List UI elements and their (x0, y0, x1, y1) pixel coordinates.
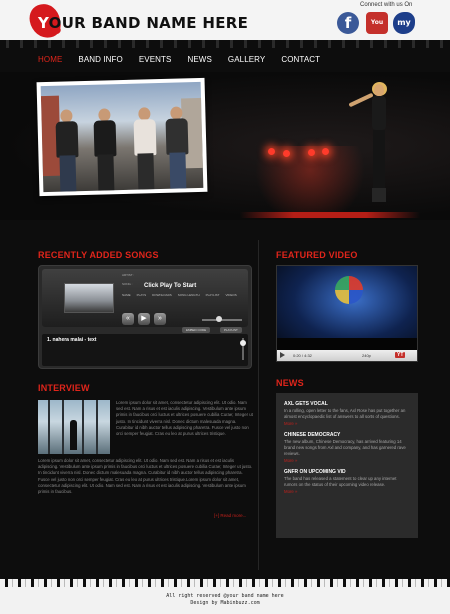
site-header: YOUR BAND NAME HERE Connect with us On f… (0, 0, 450, 48)
news-item-title[interactable]: CHINESE DEMOCRACY (284, 432, 410, 438)
connect-label: Connect with us On (360, 2, 413, 8)
band-photo-image (40, 81, 204, 193)
stage-light (268, 148, 275, 155)
nav-band-info[interactable]: BAND INFO (78, 55, 122, 67)
news-item-title[interactable]: GNFR ON UPCOMING VID (284, 469, 410, 475)
nav-gallery[interactable]: GALLERY (228, 55, 265, 67)
player-display: ARTIST : SONG : Click Play To Start NAME… (42, 269, 248, 327)
click-play-text: Click Play To Start (144, 283, 197, 289)
playlist-track[interactable]: 1. nahera malai - text (47, 337, 96, 343)
column-divider (258, 240, 259, 570)
video-crowd (277, 338, 417, 350)
stage-glow (255, 146, 365, 220)
facebook-icon[interactable]: f (337, 12, 359, 34)
interview-read-more-link[interactable]: [+] Read more... (214, 513, 246, 518)
song-thumbnail (64, 283, 114, 313)
video-time: 0:20 / 4:32 (293, 353, 312, 358)
video-title: FEATURED VIDEO (276, 250, 358, 260)
stage-light (322, 148, 329, 155)
singer-figure (348, 82, 396, 216)
playlist: 1. nahera malai - text (42, 334, 248, 366)
video-screen[interactable] (277, 266, 417, 350)
songs-title: RECENTLY ADDED SONGS (38, 250, 159, 260)
meta-plays: PLAYS (136, 293, 147, 297)
song-label: SONG : (122, 282, 133, 286)
meta-videos: VIDEOS (225, 293, 237, 297)
site-footer: All right reserved @your band name here … (0, 579, 450, 614)
nav-home[interactable]: HOME (38, 55, 62, 67)
meta-playlist: PLAYLIST (205, 293, 220, 297)
band-photo (36, 77, 208, 197)
stage-light (308, 149, 315, 156)
site-logo[interactable]: YOUR BAND NAME HERE (27, 1, 248, 41)
youtube-icon[interactable]: You Tube (366, 12, 388, 48)
video-controls: 0:20 / 4:32 240p YT (277, 350, 417, 361)
playlist-button[interactable]: PLAYLIST (220, 327, 242, 333)
main-nav: HOME BAND INFO EVENTS NEWS GALLERY CONTA… (38, 55, 336, 67)
video-play-icon[interactable] (280, 352, 285, 358)
volume-slider[interactable] (202, 319, 242, 321)
artist-label: ARTIST : (122, 273, 135, 277)
video-quality[interactable]: 240p (362, 353, 371, 358)
news-more-link[interactable]: More » (284, 421, 410, 426)
meta-length: SONG LENGTH (177, 293, 200, 297)
playlist-scroll-handle[interactable] (240, 340, 246, 346)
logo-text: YOUR BAND NAME HERE (38, 14, 249, 32)
interview-image (38, 400, 110, 454)
myspace-icon[interactable]: my (393, 12, 415, 34)
news-item: AXL GETS VOCAL In a rolling, open letter… (284, 401, 410, 426)
news-more-link[interactable]: More » (284, 489, 410, 494)
interview-text-continued: Lorem ipsum dolor sit amet, consectetur … (38, 458, 253, 495)
news-item-body: The band has released a statement to cle… (284, 476, 397, 487)
news-item: GNFR ON UPCOMING VID The band has releas… (284, 469, 410, 494)
interview-text: Lorem ipsum dolor sit amet, consectetur … (116, 400, 253, 437)
news-more-link[interactable]: More » (284, 458, 410, 463)
footer-credit[interactable]: Design by Mabinbuzz.com (0, 600, 450, 606)
video-stage-wheel (335, 276, 363, 304)
footer-copyright: All right reserved @your band name here (166, 593, 284, 599)
interview-title: INTERVIEW (38, 383, 90, 393)
song-meta: NAME PLAYS DOWNLOADS SONG LENGTH PLAYLIS… (122, 293, 237, 297)
forward-button[interactable]: » (154, 313, 166, 325)
play-button[interactable]: ▶ (138, 313, 150, 325)
news-item-title[interactable]: AXL GETS VOCAL (284, 401, 410, 407)
stage-light (283, 150, 290, 157)
nav-events[interactable]: EVENTS (139, 55, 172, 67)
news-title: NEWS (276, 378, 304, 388)
player-toolbar: EMBED CODE PLAYLIST (42, 327, 248, 333)
rewind-button[interactable]: « (122, 313, 134, 325)
news-list: AXL GETS VOCAL In a rolling, open letter… (276, 393, 418, 538)
news-item-body: The new album, Chinese Democracy, has ar… (284, 439, 406, 456)
meta-name: NAME (122, 293, 131, 297)
news-item: CHINESE DEMOCRACY The new album, Chinese… (284, 432, 410, 463)
nav-contact[interactable]: CONTACT (281, 55, 320, 67)
news-item-body: In a rolling, open letter to the fans, A… (284, 408, 406, 419)
video-player[interactable]: 0:20 / 4:32 240p YT (276, 265, 418, 362)
music-player: ARTIST : SONG : Click Play To Start NAME… (38, 265, 252, 369)
embed-code-button[interactable]: EMBED CODE (182, 327, 211, 333)
youtube-logo-icon[interactable]: YT (395, 352, 406, 358)
meta-downloads: DOWNLOADS (152, 293, 172, 297)
volume-knob[interactable] (216, 316, 222, 322)
nav-news[interactable]: NEWS (187, 55, 211, 67)
